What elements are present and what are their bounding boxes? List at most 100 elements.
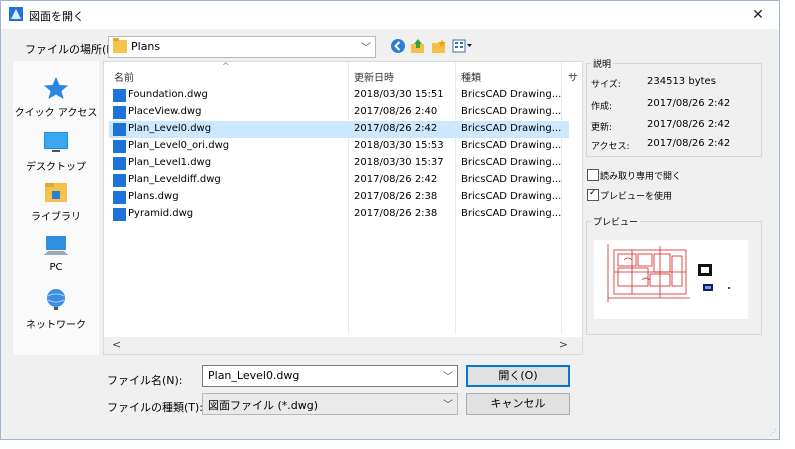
new-folder-icon[interactable] <box>431 38 447 54</box>
file-date: 2018/03/30 15:37 <box>354 157 444 168</box>
file-row[interactable]: Plan_Level0_ori.dwg 2018/03/30 15:53 Bri… <box>109 138 569 155</box>
info-modified-label: 更新: <box>591 123 613 133</box>
view-menu-icon[interactable] <box>452 38 474 54</box>
file-row[interactable]: Plans.dwg 2017/08/26 2:38 BricsCAD Drawi… <box>109 189 569 206</box>
dwg-file-icon <box>113 157 126 170</box>
file-type: BricsCAD Drawing... <box>461 140 562 151</box>
place-quick-access[interactable]: クイック アクセス <box>13 75 99 119</box>
window-title: 図面を開く <box>29 10 84 23</box>
file-date: 2018/03/30 15:51 <box>354 89 444 100</box>
dwg-file-icon <box>113 89 126 102</box>
file-row[interactable]: PlaceView.dwg 2017/08/26 2:40 BricsCAD D… <box>109 104 569 121</box>
preview-title: プレビュー <box>591 215 641 228</box>
lookin-label: ファイルの場所(I): <box>25 43 118 56</box>
place-label: クイック アクセス <box>14 108 98 119</box>
info-created-value: 2017/08/26 2:42 <box>647 98 731 109</box>
bricscad-app-icon <box>9 7 23 21</box>
resize-grip-icon[interactable]: ⋰ <box>769 428 777 437</box>
place-label: PC <box>49 262 63 273</box>
network-icon <box>42 287 70 313</box>
file-type: BricsCAD Drawing... <box>461 208 562 219</box>
quick-access-star-icon <box>42 75 70 101</box>
close-button[interactable]: ✕ <box>737 1 779 29</box>
lookin-value: Plans <box>131 40 161 53</box>
info-size-label: サイズ: <box>591 80 621 90</box>
file-row[interactable]: Pyramid.dwg 2017/08/26 2:38 BricsCAD Dra… <box>109 206 569 223</box>
file-date: 2017/08/26 2:42 <box>354 123 438 134</box>
file-type: BricsCAD Drawing... <box>461 123 562 134</box>
file-name: Plan_Level0_ori.dwg <box>128 140 230 151</box>
file-name: Pyramid.dwg <box>128 208 194 219</box>
pc-icon <box>42 233 70 259</box>
filetype-label: ファイルの種類(T): <box>107 401 204 414</box>
file-name: Foundation.dwg <box>128 89 208 100</box>
filename-label: ファイル名(N): <box>107 374 183 387</box>
desktop-icon <box>42 129 70 155</box>
filetype-select[interactable]: 図面ファイル (*.dwg) ﹀ <box>202 393 458 415</box>
chevron-down-icon: ﹀ <box>443 400 453 411</box>
file-type: BricsCAD Drawing... <box>461 191 562 202</box>
readonly-checkbox[interactable] <box>587 169 599 181</box>
use-preview-checkbox[interactable]: ✓ <box>587 188 599 201</box>
place-label: ネットワーク <box>26 320 86 331</box>
place-label: ライブラリ <box>31 212 81 223</box>
library-icon <box>42 179 70 205</box>
file-date: 2017/08/26 2:42 <box>354 174 438 185</box>
file-date: 2017/08/26 2:38 <box>354 191 438 202</box>
up-folder-icon[interactable] <box>410 38 426 54</box>
check-icon: ✓ <box>589 188 597 198</box>
places-bar: クイック アクセス デスクトップ ライブラリ PC ネットワーク <box>13 61 99 355</box>
readonly-label: 読み取り専用で開く <box>600 172 682 182</box>
filename-field[interactable]: Plan_Level0.dwg ﹀ <box>202 365 458 387</box>
cancel-button[interactable]: キャンセル <box>466 393 570 415</box>
back-icon[interactable] <box>390 38 406 54</box>
file-info-title: 説明 <box>591 57 614 70</box>
file-date: 2017/08/26 2:40 <box>354 106 438 117</box>
column-header-size[interactable]: サ <box>568 69 578 84</box>
dwg-file-icon <box>113 191 126 204</box>
file-name: Plans.dwg <box>128 191 179 202</box>
file-date: 2018/03/30 15:53 <box>354 140 444 151</box>
place-network[interactable]: ネットワーク <box>13 287 99 331</box>
file-name: Plan_Leveldiff.dwg <box>128 174 221 185</box>
info-access-label: アクセス: <box>591 142 630 152</box>
file-type: BricsCAD Drawing... <box>461 106 562 117</box>
place-desktop[interactable]: デスクトップ <box>13 129 99 173</box>
sort-indicator-icon: ^ <box>222 62 230 72</box>
dwg-file-icon <box>113 140 126 153</box>
file-row-selected[interactable]: Plan_Level0.dwg 2017/08/26 2:42 BricsCAD… <box>109 121 569 138</box>
file-row[interactable]: Foundation.dwg 2018/03/30 15:51 BricsCAD… <box>109 87 569 104</box>
use-preview-label: プレビューを使用 <box>600 192 673 202</box>
file-row[interactable]: Plan_Leveldiff.dwg 2017/08/26 2:42 Brics… <box>109 172 569 189</box>
file-type: BricsCAD Drawing... <box>461 174 562 185</box>
dwg-file-icon <box>113 106 126 119</box>
file-name: Plan_Level1.dwg <box>128 157 212 168</box>
filetype-value: 図面ファイル (*.dwg) <box>208 399 319 412</box>
folder-icon <box>113 38 127 53</box>
file-type: BricsCAD Drawing... <box>461 89 562 100</box>
info-access-value: 2017/08/26 2:42 <box>647 138 731 149</box>
open-drawing-dialog: 図面を開く ✕ ファイルの場所(I): Plans ﹀ クイック アクセス デス… <box>0 0 780 440</box>
file-name: PlaceView.dwg <box>128 106 202 117</box>
dwg-file-icon <box>113 123 126 136</box>
horizontal-scrollbar[interactable]: < > <box>104 337 582 354</box>
column-header-name[interactable]: 名前 <box>114 69 134 84</box>
filename-value: Plan_Level0.dwg <box>208 369 300 382</box>
dwg-file-icon <box>113 174 126 187</box>
open-button[interactable]: 開く(O) <box>466 365 570 387</box>
file-list[interactable]: 名前 ^ 更新日時 種類 サ Foundation.dwg 2018/03/30… <box>103 61 583 355</box>
place-library[interactable]: ライブラリ <box>13 179 99 223</box>
close-icon: ✕ <box>752 7 764 23</box>
scroll-right-icon[interactable]: > <box>559 338 568 351</box>
column-header-type[interactable]: 種類 <box>461 69 481 84</box>
column-header-date[interactable]: 更新日時 <box>354 69 394 84</box>
file-row[interactable]: Plan_Level1.dwg 2018/03/30 15:37 BricsCA… <box>109 155 569 172</box>
lookin-combo[interactable]: Plans ﹀ <box>108 36 376 58</box>
info-created-label: 作成: <box>591 102 613 112</box>
chevron-down-icon[interactable]: ﹀ <box>443 368 453 383</box>
title-bar: 図面を開く ✕ <box>1 1 779 29</box>
file-name: Plan_Level0.dwg <box>128 123 212 134</box>
info-size-value: 234513 bytes <box>647 76 716 87</box>
scroll-left-icon[interactable]: < <box>112 338 121 351</box>
place-pc[interactable]: PC <box>13 233 99 273</box>
